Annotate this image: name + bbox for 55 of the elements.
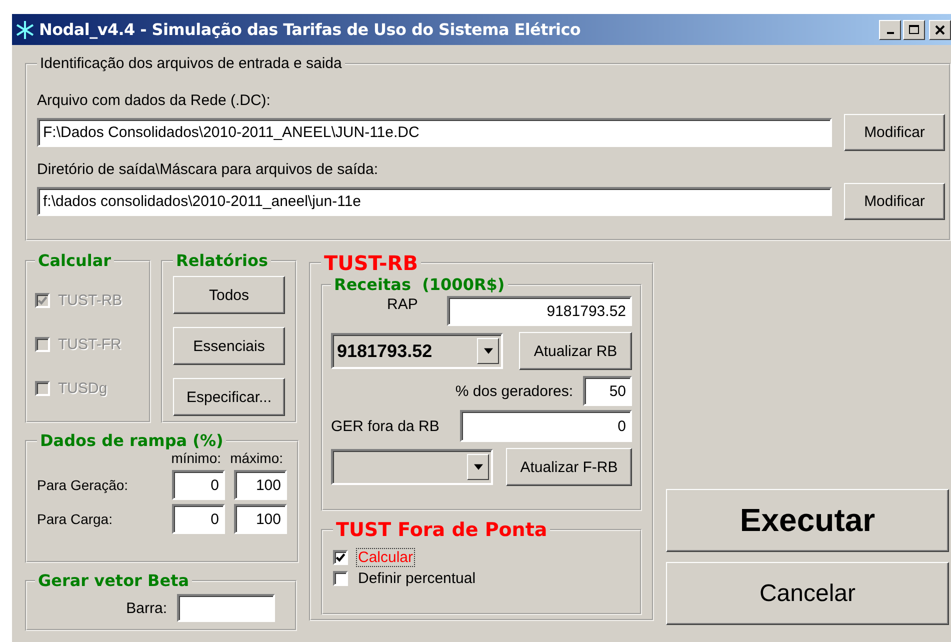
checkbox-label: TUSDg (58, 380, 108, 396)
update-button[interactable]: Atualizar F-RB (506, 448, 632, 486)
maximum-field[interactable]: 100 (234, 504, 287, 534)
modify-button[interactable]: Modificar (844, 114, 945, 151)
percent-field[interactable]: 50 (583, 376, 632, 406)
group-label: Calcular (37, 251, 112, 270)
checkbox[interactable] (333, 550, 348, 565)
close-icon (934, 24, 946, 36)
field-label: Arquivo com dados da Rede (.DC): (37, 92, 272, 109)
modify-button[interactable]: Modificar (844, 183, 945, 220)
generator-field[interactable]: 0 (460, 410, 632, 442)
path-field[interactable]: f:\dados consolidados\2010-2011_aneel\jun-11e (37, 187, 832, 216)
cancel-button[interactable]: Cancelar (666, 562, 949, 625)
checkbox-label: TUST-RB (58, 292, 122, 308)
maximize-icon (908, 24, 920, 36)
dropdown-value: 9181793.52 (337, 340, 434, 362)
row-label: Para Geração: (37, 477, 130, 493)
group-label: Dados de rampa (%) (39, 431, 224, 450)
group-label: Receitas (1000R$) (333, 275, 506, 294)
execute-button[interactable]: Executar (666, 489, 949, 552)
field-label: % dos geradores: (455, 382, 573, 400)
group-label: TUST Fora de Ponta (335, 519, 548, 541)
group-label: TUST-RB (323, 251, 419, 275)
rap-field[interactable]: 9181793.52 (447, 296, 632, 326)
checkbox[interactable] (333, 571, 348, 586)
checkbox-label: TUST-FR (58, 336, 122, 352)
field-label: Diretório de saída\Máscara para arquivos de saída: (37, 161, 380, 178)
update-button[interactable]: Atualizar RB (519, 332, 632, 370)
path-field[interactable]: F:\Dados Consolidados\2010-2011_ANEEL\JUN-11e.DC (37, 118, 832, 147)
report-button[interactable]: Essenciais (173, 327, 285, 365)
window-title: Nodal_v4.4 - Simulação das Tarifas de Uso do Sistema Elétrico (39, 20, 581, 39)
group-label: Gerar vetor Beta (37, 571, 190, 590)
empty-dropdown[interactable] (331, 449, 493, 485)
field-label: Barra: (126, 600, 167, 616)
minimize-button[interactable] (879, 20, 901, 40)
bus-field[interactable] (177, 594, 275, 622)
report-button[interactable]: Todos (173, 276, 285, 314)
row-label: Para Carga: (37, 511, 114, 527)
value-dropdown[interactable]: 9181793.52 (331, 333, 503, 369)
checkbox-label: Calcular (356, 548, 416, 567)
snowflake-icon (15, 20, 35, 40)
minimize-icon (886, 32, 894, 34)
column-header: mínimo: (170, 450, 222, 466)
minimum-field[interactable]: 0 (172, 504, 225, 534)
maximum-field[interactable]: 100 (234, 470, 287, 500)
checkbox-label: Definir percentual (357, 569, 477, 588)
column-header: máximo: (229, 450, 284, 466)
minimum-field[interactable]: 0 (172, 470, 225, 500)
field-label: GER fora da RB (331, 418, 440, 434)
field-label: RAP (387, 296, 418, 313)
group-label: Identificação dos arquivos de entrada e saida (39, 55, 343, 72)
group-label: Relatórios (175, 251, 269, 270)
maximize-button[interactable] (903, 20, 925, 40)
report-button[interactable]: Especificar... (173, 378, 285, 416)
close-button[interactable] (929, 20, 951, 40)
